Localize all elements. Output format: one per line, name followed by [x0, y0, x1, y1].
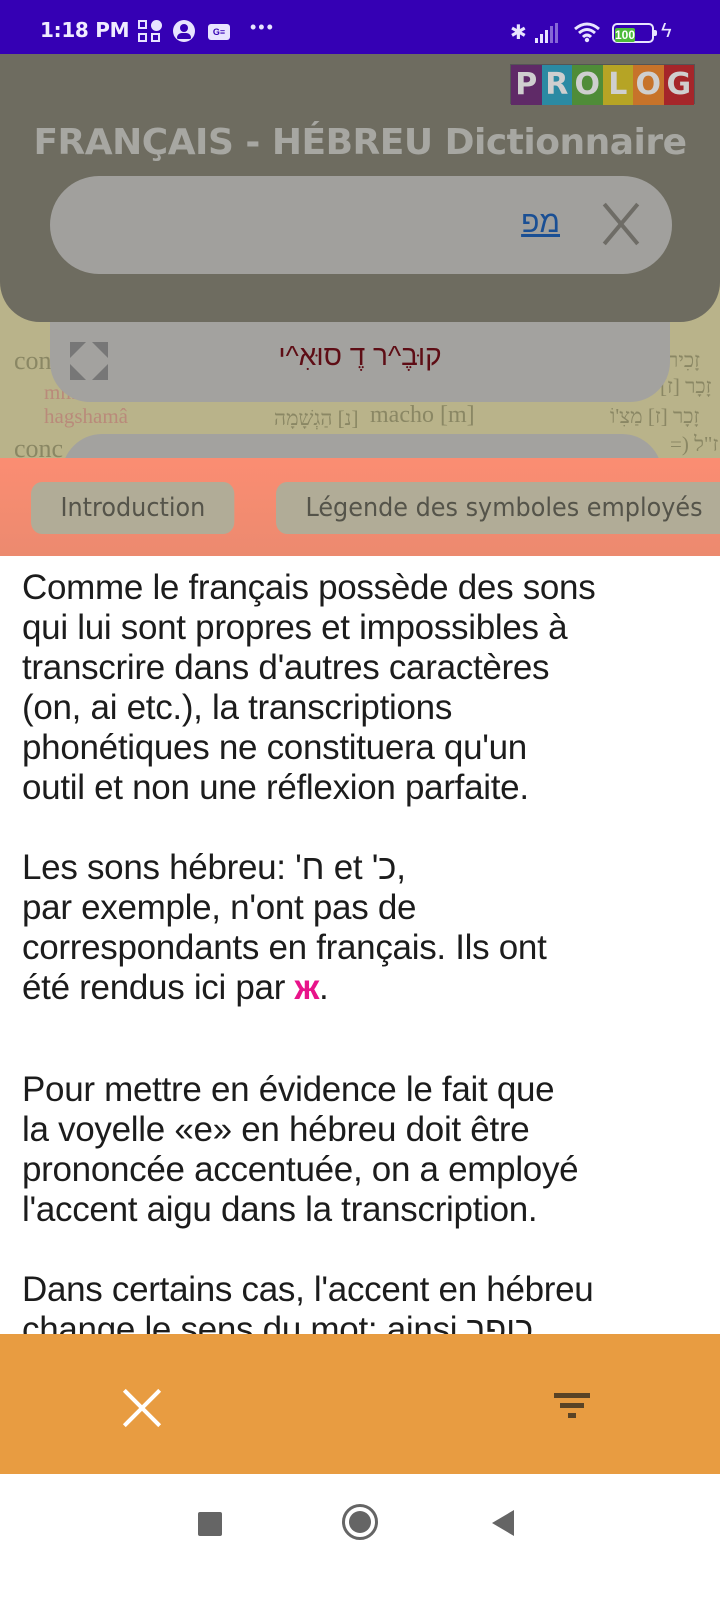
- logo-letter: L: [602, 65, 633, 105]
- logo-letter: O: [633, 65, 664, 105]
- prolog-logo: PROLOG: [510, 64, 695, 105]
- wifi-icon: [573, 21, 601, 43]
- dict-text: [נ] הַגְשָׁמָה: [274, 406, 359, 430]
- apps-icon: [138, 20, 162, 44]
- status-time: 1:18 PM: [40, 18, 130, 42]
- charging-icon: ϟ: [661, 20, 672, 42]
- search-value-link[interactable]: מפ: [521, 206, 560, 240]
- home-icon[interactable]: [342, 1504, 378, 1540]
- symbol-mark: ж: [294, 968, 320, 1007]
- section-chips: Introduction Légende des symboles employ…: [0, 458, 720, 556]
- result-card[interactable]: קוּבֶ^ר דֶ סוּאִ^י: [50, 322, 670, 402]
- paragraph: Dans certains cas, l'accent en hébreu ch…: [22, 1270, 594, 1336]
- more-dots-icon: •••: [250, 17, 275, 37]
- account-icon: [173, 20, 195, 42]
- filter-icon[interactable]: [552, 1388, 592, 1428]
- dict-text: זָכִיר: [668, 348, 700, 372]
- logo-letter: P: [511, 65, 542, 105]
- status-bar: 1:18 PM G≡ ••• ✱ 100 ϟ: [0, 0, 720, 54]
- chip-legende[interactable]: Légende des symboles employés: [276, 482, 720, 534]
- paragraph-text: .: [319, 968, 329, 1007]
- dict-text: hagshamâ: [44, 404, 128, 428]
- bottom-action-bar: [0, 1334, 720, 1474]
- paragraph-text: Les sons hébreu: 'ח et 'כ, par exemple, …: [22, 848, 547, 1007]
- close-icon[interactable]: [120, 1386, 164, 1430]
- app-title: FRANÇAIS - HÉBREU Dictionnaire: [33, 122, 687, 163]
- system-nav-bar: [0, 1474, 720, 1600]
- battery-icon: 100: [612, 23, 657, 43]
- header-panel: PROLOG FRANÇAIS - HÉBREU Dictionnaire מפ: [0, 54, 720, 322]
- paragraph: Comme le français possède des sons qui l…: [22, 568, 596, 807]
- back-icon[interactable]: [492, 1510, 514, 1536]
- search-input[interactable]: מפ: [50, 176, 672, 274]
- result-word: קוּבֶ^ר דֶ סוּאִ^י: [278, 340, 442, 371]
- chip-introduction[interactable]: Introduction: [31, 482, 235, 534]
- bluetooth-icon: ✱: [510, 22, 527, 44]
- content-panel: Comme le français possède des sons qui l…: [0, 556, 720, 1336]
- signal-icon: [535, 23, 561, 43]
- battery-level: 100: [615, 28, 636, 42]
- logo-letter: O: [572, 65, 603, 105]
- logo-letter: R: [541, 65, 572, 105]
- dict-text: con: [14, 346, 52, 375]
- dict-text: זָכָר [ז]: [660, 374, 712, 398]
- logo-letter: G: [663, 65, 694, 105]
- dictionary-app-background: con mm hagshamâ [נ] הַגְשָׁמָה macho [m]…: [0, 54, 720, 458]
- dict-text: conc: [14, 434, 64, 458]
- result-card[interactable]: [62, 434, 662, 458]
- dict-text: זָכָר [ז] מַצִ'וֹ: [610, 404, 700, 428]
- paragraph: Les sons hébreu: 'ח et 'כ, par exemple, …: [22, 848, 720, 1008]
- paragraph: Pour mettre en évidence le fait que la v…: [22, 1070, 579, 1229]
- dict-text: ז"ל (=: [670, 432, 719, 456]
- card-icon: G≡: [208, 24, 230, 40]
- recents-icon[interactable]: [198, 1512, 222, 1536]
- dict-text: macho [m]: [370, 402, 475, 428]
- close-icon[interactable]: [598, 200, 644, 246]
